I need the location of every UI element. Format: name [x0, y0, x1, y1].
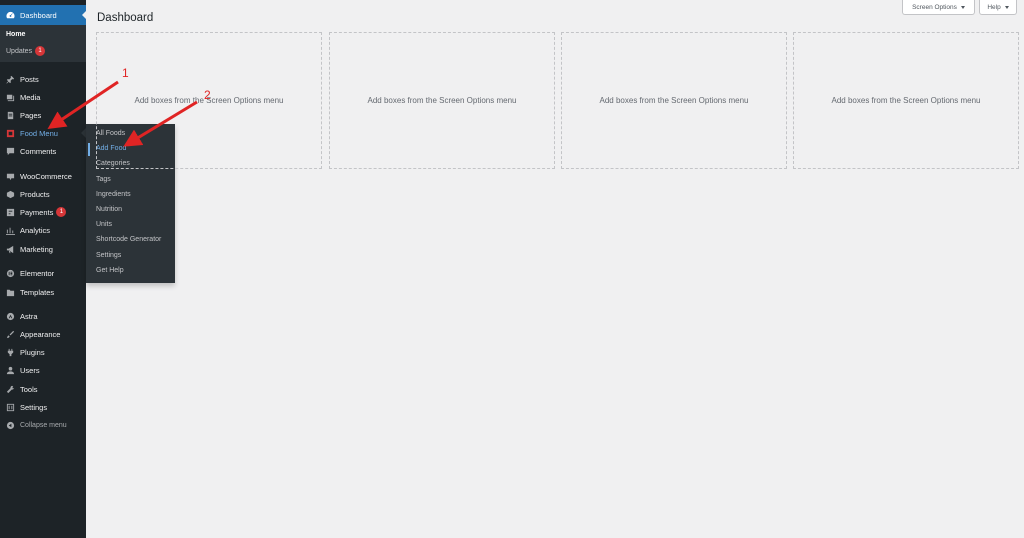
sidebar-item-tools[interactable]: Tools [0, 380, 86, 398]
users-icon [5, 365, 15, 375]
updates-count-badge: 1 [35, 46, 46, 56]
sidebar-item-users[interactable]: Users [0, 361, 86, 379]
flyout-item-tags[interactable]: Tags [96, 176, 111, 183]
empty-box-text: Add boxes from the Screen Options menu [367, 96, 517, 105]
caret-down-icon [960, 5, 965, 9]
annotation-step-2: 2 [204, 88, 211, 102]
products-icon [5, 189, 15, 199]
payments-icon [5, 207, 15, 217]
media-icon [5, 92, 15, 102]
folder-icon [5, 287, 15, 297]
dashboard-icon [5, 10, 15, 20]
empty-widget-box: Add boxes from the Screen Options menu [793, 32, 1019, 169]
sidebar-item-posts[interactable]: Posts [0, 70, 86, 88]
settings-icon [5, 402, 15, 412]
sidebar-item-label: Posts [20, 74, 39, 84]
page-title: Dashboard [97, 12, 154, 24]
sidebar-item-products[interactable]: Products [0, 185, 86, 203]
sidebar-item-woocommerce[interactable]: WooCommerce [0, 167, 86, 185]
annotation-step-1: 1 [122, 66, 129, 80]
screen-options-label: Screen Options [912, 3, 957, 11]
sidebar-item-label: Users [20, 365, 40, 375]
sidebar-item-label: Elementor [20, 268, 55, 278]
sidebar-item-appearance[interactable]: Appearance [0, 325, 86, 343]
sidebar-item-label: WooCommerce [20, 171, 72, 181]
wrench-icon [5, 384, 15, 394]
submenu-item-home[interactable]: Home [6, 31, 25, 38]
brush-icon [5, 329, 15, 339]
sidebar-item-payments[interactable]: Payments 1 [0, 203, 86, 221]
sidebar-item-media[interactable]: Media [0, 88, 86, 106]
sidebar-item-label: Payments [20, 207, 54, 217]
plug-icon [5, 347, 15, 357]
flyout-item-shortcode-generator[interactable]: Shortcode Generator [96, 236, 161, 243]
sidebar-item-pages[interactable]: Pages [0, 106, 86, 124]
megaphone-icon [5, 244, 15, 254]
pin-icon [5, 74, 15, 84]
sidebar-item-comments[interactable]: Comments [0, 142, 86, 160]
sidebar-item-label: Products [20, 189, 50, 199]
sidebar-item-label: Pages [20, 110, 42, 120]
submenu-label: Updates [6, 47, 33, 55]
help-label: Help [987, 3, 1001, 11]
current-menu-pointer [82, 10, 87, 20]
sidebar-item-label: Food Menu [20, 128, 58, 138]
help-button[interactable]: Help [979, 0, 1017, 15]
sidebar-item-dashboard[interactable]: Dashboard [0, 5, 87, 25]
sidebar-item-label: Tools [20, 384, 38, 394]
pages-icon [5, 110, 15, 120]
sidebar-item-marketing[interactable]: Marketing [0, 240, 86, 258]
flyout-item-settings[interactable]: Settings [96, 252, 121, 259]
woocommerce-icon [5, 171, 15, 181]
submenu-item-updates[interactable]: Updates 1 [6, 46, 46, 56]
sidebar-item-analytics[interactable]: Analytics [0, 221, 86, 239]
sidebar-item-collapse-menu[interactable]: Collapse menu [0, 416, 86, 434]
empty-box-text: Add boxes from the Screen Options menu [599, 96, 749, 105]
sidebar-item-food-menu[interactable]: Food Menu [0, 124, 86, 142]
food-menu-icon [5, 128, 15, 138]
sidebar-item-label: Astra [20, 311, 38, 321]
sidebar-item-label: Plugins [20, 347, 45, 357]
comments-icon [5, 146, 15, 156]
sidebar-item-label: Appearance [20, 329, 61, 339]
elementor-icon [5, 268, 15, 278]
sidebar-item-astra[interactable]: Astra [0, 307, 86, 325]
flyout-item-units[interactable]: Units [96, 221, 112, 228]
sidebar-item-plugins[interactable]: Plugins [0, 343, 86, 361]
flyout-item-get-help[interactable]: Get Help [96, 267, 124, 274]
sidebar-item-label: Settings [20, 402, 48, 412]
sidebar-item-label: Dashboard [20, 10, 57, 20]
flyout-item-ingredients[interactable]: Ingredients [96, 191, 131, 198]
sidebar-item-elementor[interactable]: Elementor [0, 264, 86, 282]
sidebar-item-templates[interactable]: Templates [0, 283, 86, 301]
astra-icon [5, 311, 15, 321]
active-indicator [88, 143, 90, 156]
caret-down-icon [1004, 5, 1009, 9]
collapse-icon [5, 420, 15, 430]
sidebar-item-label: Templates [20, 287, 55, 297]
admin-sidebar: Dashboard Home Updates 1 Posts Media Pages F… [0, 0, 87, 538]
sidebar-item-label: Comments [20, 146, 57, 156]
sidebar-item-label: Media [20, 92, 41, 102]
analytics-icon [5, 225, 15, 235]
empty-box-text: Add boxes from the Screen Options menu [831, 96, 981, 105]
sidebar-item-settings[interactable]: Settings [0, 398, 86, 416]
flyout-item-nutrition[interactable]: Nutrition [96, 206, 122, 213]
sidebar-item-label: Collapse menu [20, 421, 67, 429]
sidebar-item-label: Marketing [20, 244, 53, 254]
payments-count-badge: 1 [56, 207, 67, 217]
screen-options-button[interactable]: Screen Options [902, 0, 975, 15]
empty-widget-box: Add boxes from the Screen Options menu [561, 32, 787, 169]
sidebar-item-label: Analytics [20, 225, 51, 235]
empty-widget-box: Add boxes from the Screen Options menu [329, 32, 555, 169]
